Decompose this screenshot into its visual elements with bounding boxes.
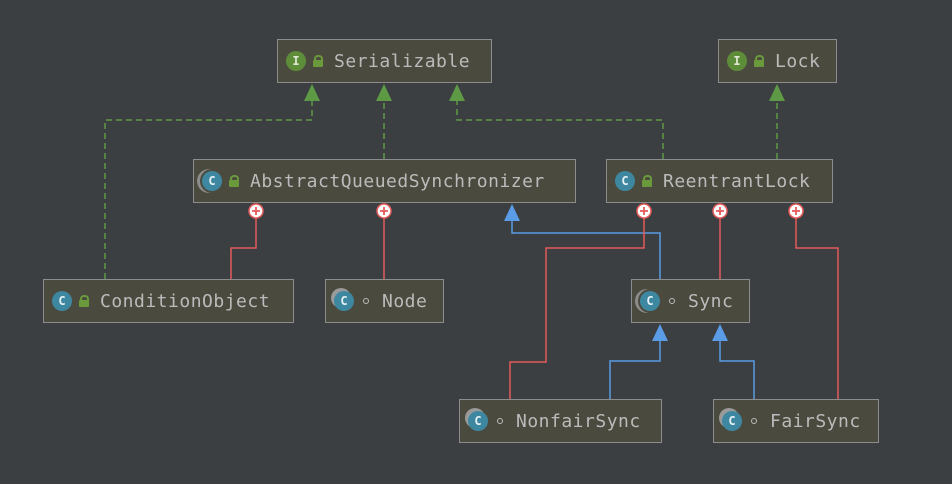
extends-edge-nonfair-sync-to-sync bbox=[609, 340, 661, 399]
node-serializable[interactable]: I Serializable bbox=[277, 39, 492, 83]
extends-edge-fair-sync-to-sync bbox=[719, 340, 755, 399]
static-class-badge-icon: C bbox=[334, 291, 354, 311]
extends-edge-sync-to-aqs-arrowhead bbox=[504, 204, 520, 221]
package-visibility-icon bbox=[748, 415, 760, 427]
circle-plus-icon bbox=[376, 203, 392, 219]
node-label: Lock bbox=[775, 50, 821, 72]
uml-diagram-canvas: I Serializable I Lock C AbstractQueuedSy… bbox=[0, 0, 952, 484]
circle-plus-icon bbox=[712, 203, 728, 219]
abstract-class-badge-icon: C bbox=[202, 171, 222, 191]
open-lock-icon bbox=[753, 55, 765, 67]
open-lock-icon bbox=[228, 175, 240, 187]
node-label: AbstractQueuedSynchronizer bbox=[250, 170, 545, 192]
implements-edge-reentrant-lock-to-lock-arrowhead bbox=[769, 84, 785, 101]
node-fair-sync[interactable]: C FairSync bbox=[713, 399, 879, 443]
open-lock-icon bbox=[78, 295, 90, 307]
package-visibility-icon bbox=[666, 295, 678, 307]
extends-edge-sync-to-aqs bbox=[511, 220, 661, 279]
inner-edge-condition-object-to-aqs bbox=[230, 218, 257, 279]
extends-edge-nonfair-sync-to-sync-arrowhead bbox=[652, 324, 668, 341]
node-label: Sync bbox=[688, 290, 734, 312]
implements-edge-aqs-to-serializable-arrowhead bbox=[376, 84, 392, 101]
circle-plus-icon bbox=[636, 203, 652, 219]
static-class-badge-icon: C bbox=[722, 411, 742, 431]
abstract-class-badge-icon: C bbox=[640, 291, 660, 311]
class-badge-icon: C bbox=[615, 171, 635, 191]
extends-edge-fair-sync-to-sync-arrowhead bbox=[712, 324, 728, 341]
static-class-badge-icon: C bbox=[468, 411, 488, 431]
implements-edge-reentrant-lock-to-serializable-arrowhead bbox=[449, 84, 465, 101]
package-visibility-icon bbox=[494, 415, 506, 427]
node-abstract-queued-synchronizer[interactable]: C AbstractQueuedSynchronizer bbox=[193, 159, 576, 203]
interface-badge-icon: I bbox=[286, 51, 306, 71]
circle-plus-icon bbox=[248, 203, 264, 219]
node-condition-object[interactable]: C ConditionObject bbox=[43, 279, 294, 323]
inner-edge-fair-sync-to-reentrant-lock bbox=[795, 218, 839, 399]
class-badge-icon: C bbox=[52, 291, 72, 311]
node-label: ReentrantLock bbox=[663, 170, 811, 192]
open-lock-icon bbox=[312, 55, 324, 67]
node-label: Serializable bbox=[334, 50, 471, 72]
inner-edge-nonfair-sync-to-reentrant-lock bbox=[509, 218, 645, 399]
package-visibility-icon bbox=[360, 295, 372, 307]
node-label: Node bbox=[382, 290, 428, 312]
implements-edge-reentrant-lock-to-serializable bbox=[456, 100, 664, 159]
node-lock[interactable]: I Lock bbox=[718, 39, 837, 83]
implements-edge-condition-object-to-serializable-arrowhead bbox=[304, 84, 320, 101]
node-nonfair-sync[interactable]: C NonfairSync bbox=[459, 399, 662, 443]
interface-badge-icon: I bbox=[727, 51, 747, 71]
node-node[interactable]: C Node bbox=[325, 279, 444, 323]
node-sync[interactable]: C Sync bbox=[631, 279, 750, 323]
node-reentrant-lock[interactable]: C ReentrantLock bbox=[606, 159, 833, 203]
node-label: FairSync bbox=[770, 410, 861, 432]
open-lock-icon bbox=[641, 175, 653, 187]
node-label: NonfairSync bbox=[516, 410, 641, 432]
node-label: ConditionObject bbox=[100, 290, 271, 312]
circle-plus-icon bbox=[788, 203, 804, 219]
